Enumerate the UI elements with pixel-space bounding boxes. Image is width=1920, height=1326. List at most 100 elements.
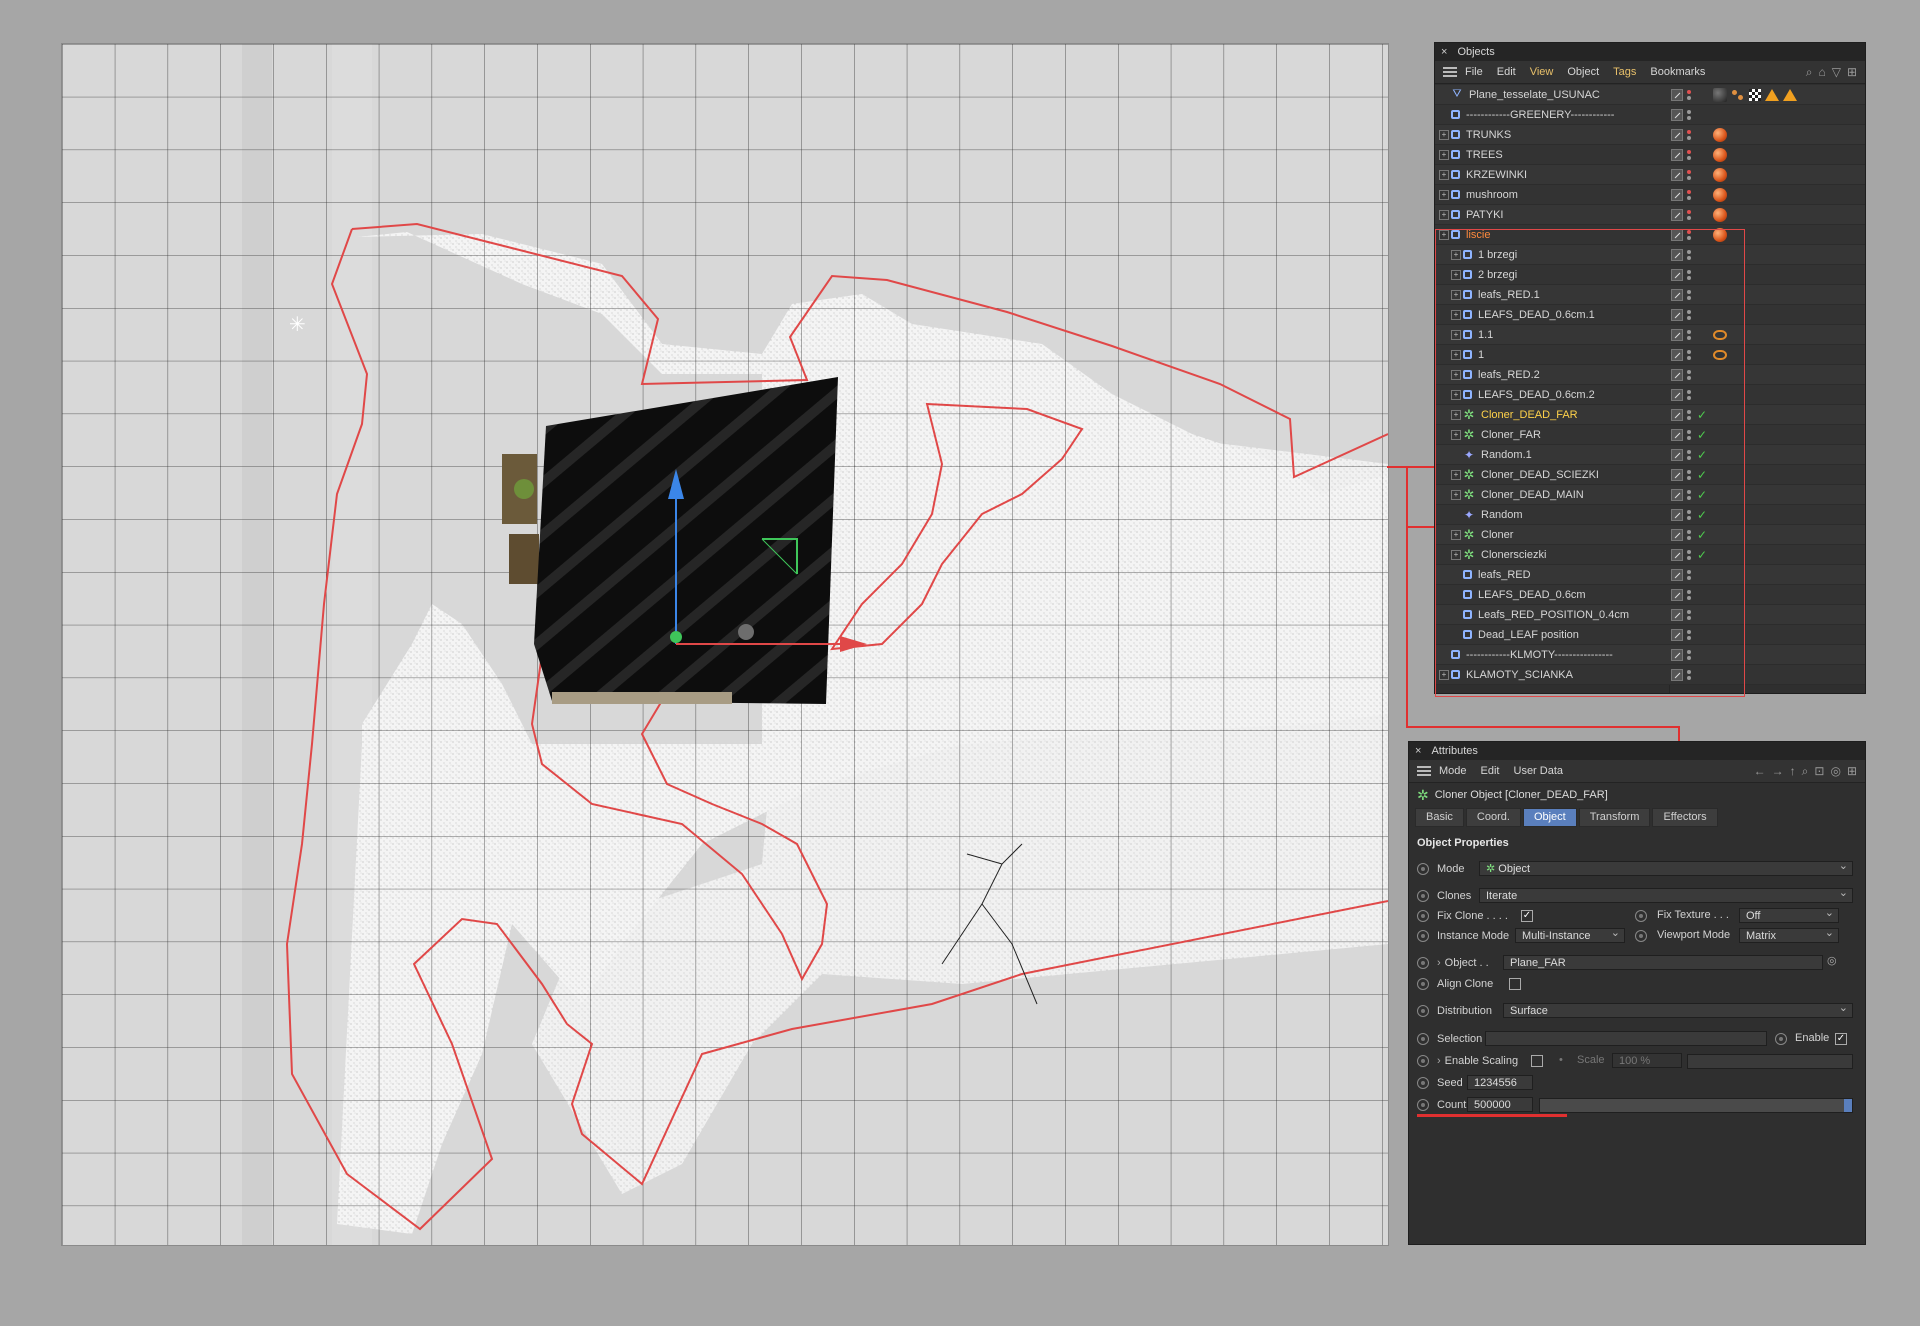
editable-toggle-icon[interactable] [1671, 568, 1683, 581]
animate-radio[interactable] [1635, 930, 1647, 942]
visibility-dots-icon[interactable] [1687, 529, 1691, 541]
object-row[interactable]: + ✲ Cloner ✓ [1435, 525, 1865, 545]
expand-toggle-icon[interactable]: + [1439, 229, 1449, 240]
editable-toggle-icon[interactable] [1671, 188, 1683, 201]
expand-toggle-icon[interactable]: + [1451, 309, 1461, 320]
clones-dropdown[interactable]: Iterate [1479, 886, 1853, 903]
count-field[interactable]: 500000 [1467, 1097, 1533, 1112]
editable-toggle-icon[interactable] [1671, 128, 1683, 141]
search-icon[interactable]: ⌕ [1806, 65, 1813, 80]
display-tag-icon[interactable] [1713, 349, 1727, 360]
material-tag-icon[interactable] [1713, 127, 1727, 142]
object-row[interactable]: + ✲ Clonersciezki ✓ [1435, 545, 1865, 565]
expand-toggle-icon[interactable]: + [1439, 209, 1449, 220]
editable-toggle-icon[interactable] [1671, 168, 1683, 181]
editable-toggle-icon[interactable] [1671, 608, 1683, 621]
expand-toggle-icon[interactable]: + [1451, 529, 1461, 540]
editable-toggle-icon[interactable] [1671, 348, 1683, 361]
object-row[interactable]: + ✲ Cloner_DEAD_MAIN ✓ [1435, 485, 1865, 505]
expand-toggle-icon[interactable]: + [1451, 409, 1461, 420]
object-row[interactable]: + ✲ Cloner_DEAD_FAR ✓ [1435, 405, 1865, 425]
expand-toggle-icon[interactable]: + [1451, 429, 1461, 440]
animate-radio[interactable] [1635, 910, 1647, 922]
expand-toggle-icon[interactable]: + [1439, 669, 1449, 680]
editable-toggle-icon[interactable] [1671, 248, 1683, 261]
visibility-dots-icon[interactable] [1687, 469, 1691, 481]
visibility-dots-icon[interactable] [1687, 569, 1691, 581]
search-icon[interactable]: ⌕ [1802, 764, 1809, 779]
selection-field[interactable] [1485, 1031, 1767, 1046]
visibility-dots-icon[interactable] [1687, 109, 1691, 121]
visibility-dots-icon[interactable] [1687, 269, 1691, 281]
expand-toggle-icon[interactable]: + [1451, 329, 1461, 340]
seed-field[interactable]: 1234556 [1467, 1075, 1533, 1090]
menu-view[interactable]: View [1530, 66, 1554, 78]
animate-radio[interactable] [1417, 910, 1429, 922]
expand-toggle-icon[interactable]: + [1451, 469, 1461, 480]
object-row[interactable]: + liscie [1435, 225, 1865, 245]
object-row[interactable]: +2 brzegi [1435, 265, 1865, 285]
object-row[interactable]: leafs_RED [1435, 565, 1865, 585]
fix-clone-checkbox[interactable]: ✓ [1521, 910, 1533, 922]
warning-tag-icon[interactable] [1765, 88, 1779, 101]
enable-checkbox[interactable]: ✓ [1835, 1033, 1847, 1045]
enabled-check-icon[interactable]: ✓ [1697, 508, 1707, 522]
editable-toggle-icon[interactable] [1671, 528, 1683, 541]
animate-radio[interactable] [1417, 1077, 1429, 1089]
back-arrow-icon[interactable]: ← [1754, 764, 1766, 779]
expand-toggle-icon[interactable]: + [1439, 189, 1449, 200]
object-row[interactable]: + LEAFS_DEAD_0.6cm.2 [1435, 385, 1865, 405]
object-row[interactable]: + PATYKI [1435, 205, 1865, 225]
visibility-dots-icon[interactable] [1687, 429, 1691, 441]
visibility-dots-icon[interactable] [1687, 369, 1691, 381]
object-row[interactable]: + ✲ Cloner_DEAD_SCIEZKI ✓ [1435, 465, 1865, 485]
object-row[interactable]: ⛛ Plane_tesselate_USUNAC [1435, 85, 1865, 105]
editable-toggle-icon[interactable] [1671, 288, 1683, 301]
editable-toggle-icon[interactable] [1671, 628, 1683, 641]
expand-toggle-icon[interactable]: + [1451, 549, 1461, 560]
editable-toggle-icon[interactable] [1671, 488, 1683, 501]
editable-toggle-icon[interactable] [1671, 548, 1683, 561]
editable-toggle-icon[interactable] [1671, 428, 1683, 441]
home-icon[interactable]: ⌂ [1818, 65, 1825, 80]
visibility-dots-icon[interactable] [1687, 129, 1691, 141]
visibility-dots-icon[interactable] [1687, 449, 1691, 461]
animate-radio[interactable] [1417, 978, 1429, 990]
lock-icon[interactable]: ⊡ [1814, 764, 1824, 779]
tab-transform[interactable]: Transform [1578, 807, 1651, 827]
forward-arrow-icon[interactable]: → [1772, 764, 1784, 779]
expand-toggle-icon[interactable]: + [1451, 349, 1461, 360]
expand-toggle-icon[interactable]: + [1451, 269, 1461, 280]
object-row[interactable]: LEAFS_DEAD_0.6cm [1435, 585, 1865, 605]
count-slider[interactable] [1539, 1098, 1853, 1113]
expand-toggle-icon[interactable]: + [1451, 389, 1461, 400]
preview-tag-icon[interactable] [1713, 87, 1727, 102]
animate-radio[interactable] [1417, 863, 1429, 875]
object-row[interactable]: +1 [1435, 345, 1865, 365]
tab-effectors[interactable]: Effectors [1652, 807, 1718, 827]
enabled-check-icon[interactable]: ✓ [1697, 408, 1707, 422]
visibility-dots-icon[interactable] [1687, 309, 1691, 321]
visibility-dots-icon[interactable] [1687, 229, 1691, 241]
3d-viewport[interactable]: ✳ [61, 43, 1389, 1246]
menu-mode[interactable]: Mode [1439, 765, 1467, 777]
up-arrow-icon[interactable]: ↑ [1790, 764, 1796, 779]
pick-target-icon[interactable]: ◎ [1827, 954, 1837, 967]
filter-icon[interactable]: ▽ [1832, 65, 1841, 80]
object-row[interactable]: + leafs_RED.2 [1435, 365, 1865, 385]
material-tag-icon[interactable] [1713, 227, 1727, 242]
editable-toggle-icon[interactable] [1671, 308, 1683, 321]
enabled-check-icon[interactable]: ✓ [1697, 448, 1707, 462]
vertex-tag-icon[interactable] [1731, 89, 1745, 101]
visibility-dots-icon[interactable] [1687, 389, 1691, 401]
menu-edit[interactable]: Edit [1481, 765, 1500, 777]
object-row[interactable]: +1 brzegi [1435, 245, 1865, 265]
editable-toggle-icon[interactable] [1671, 328, 1683, 341]
hamburger-menu-icon[interactable] [1443, 67, 1457, 77]
close-icon[interactable]: × [1441, 46, 1447, 58]
editable-toggle-icon[interactable] [1671, 588, 1683, 601]
visibility-dots-icon[interactable] [1687, 649, 1691, 661]
tab-object[interactable]: Object [1522, 807, 1577, 827]
fix-texture-dropdown[interactable]: Off [1739, 906, 1839, 923]
texture-tag-icon[interactable] [1749, 88, 1761, 101]
